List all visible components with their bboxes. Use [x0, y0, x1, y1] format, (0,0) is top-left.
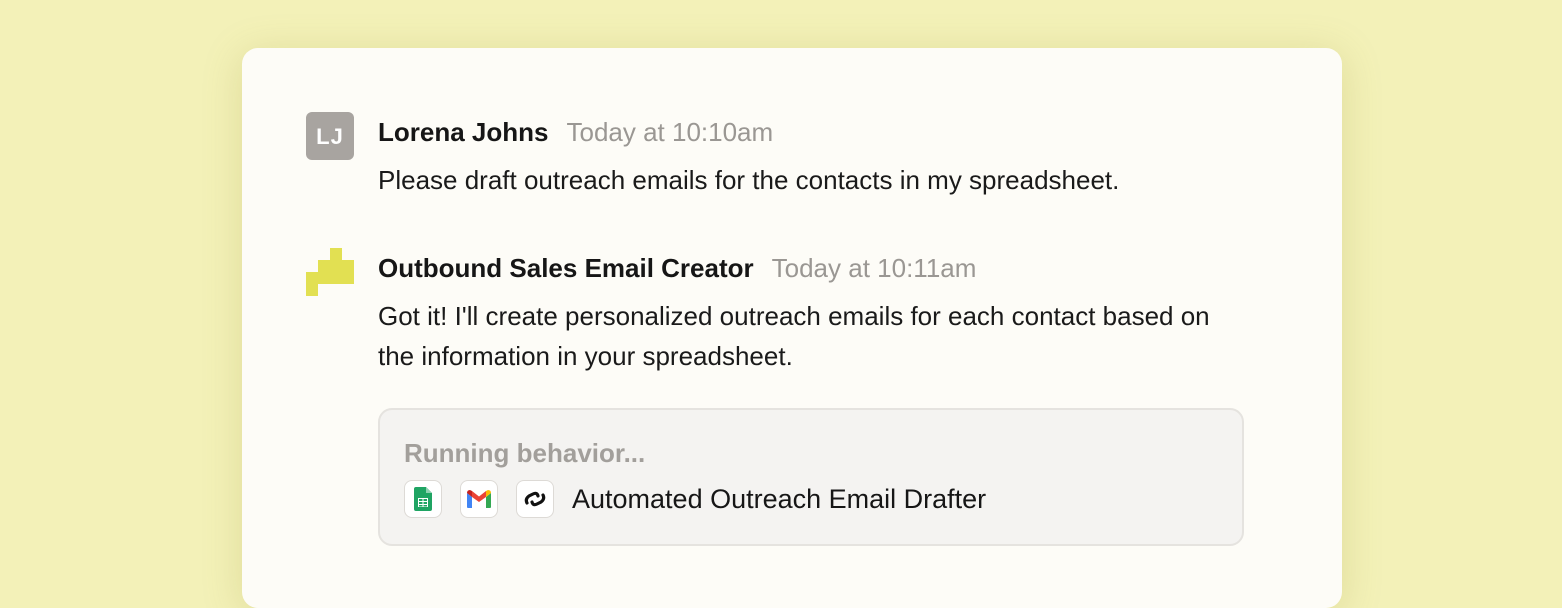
message-header: Outbound Sales Email Creator Today at 10…	[378, 248, 1282, 288]
behavior-name: Automated Outreach Email Drafter	[572, 483, 987, 514]
chat-card: LJ Lorena Johns Today at 10:10am Please …	[242, 48, 1342, 608]
message-text: Please draft outreach emails for the con…	[378, 165, 1120, 195]
link-chain-icon	[516, 480, 554, 518]
message-text: Got it! I'll create personalized outreac…	[378, 301, 1210, 371]
message-header: Lorena Johns Today at 10:10am	[378, 112, 1282, 152]
message-timestamp: Today at 10:11am	[771, 253, 977, 283]
message-body: Outbound Sales Email Creator Today at 10…	[378, 248, 1282, 546]
sender-name: Outbound Sales Email Creator	[378, 253, 754, 283]
message-body: Lorena Johns Today at 10:10am Please dra…	[378, 112, 1282, 200]
google-sheets-icon	[404, 480, 442, 518]
avatar: LJ	[306, 112, 354, 160]
agent-pixel-logo-icon	[306, 248, 354, 296]
message-user: LJ Lorena Johns Today at 10:10am Please …	[306, 112, 1282, 200]
sender-name: Lorena Johns	[378, 117, 549, 147]
behavior-status: Running behavior...	[404, 438, 646, 468]
avatar-initials: LJ	[316, 124, 344, 149]
behavior-row: Automated Outreach Email Drafter	[404, 480, 1218, 518]
message-agent: Outbound Sales Email Creator Today at 10…	[306, 248, 1282, 546]
running-behavior-card[interactable]: Running behavior... Automated Outreach E…	[378, 408, 1244, 546]
message-timestamp: Today at 10:10am	[566, 117, 774, 147]
gmail-icon	[460, 480, 498, 518]
